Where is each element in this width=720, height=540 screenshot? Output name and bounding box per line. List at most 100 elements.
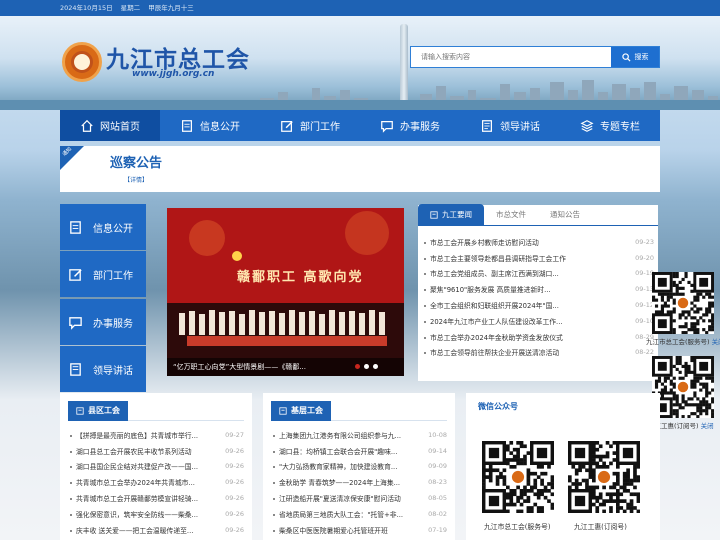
tab-main-news[interactable]: 九工要闻 (418, 204, 484, 225)
news-title[interactable]: 市总工会党组成员、副主席江西满到湖口... (422, 268, 629, 278)
news-date: 08-05 (428, 494, 447, 503)
sidebar-item-speech[interactable]: 领导讲话 (60, 346, 146, 392)
list-item[interactable]: 市总工会举办2024年金秋助学资金发放仪式 08-29 (422, 329, 654, 345)
panel-title[interactable]: 基层工会 (271, 401, 331, 421)
news-title[interactable]: 省地质局第三地质大队工会："托管+非... (271, 509, 422, 519)
tab-city-files[interactable]: 市总文件 (484, 204, 538, 225)
nav-item-info[interactable]: 信息公开 (160, 110, 260, 141)
list-item[interactable]: 【拼搏是最亮丽的底色】共青城市举行... 09-27 (68, 427, 244, 443)
slider-dot[interactable] (364, 364, 369, 369)
list-item[interactable]: 湖口县总工会开展农民丰收节系列活动 09-26 (68, 443, 244, 459)
file-icon (482, 119, 492, 132)
list-item[interactable]: 省地质局第三地质大队工会："托管+非... 08-02 (271, 506, 447, 522)
news-title[interactable]: 湖口县总工会开展农民丰收节系列活动 (68, 446, 219, 456)
news-date: 09-26 (225, 462, 244, 471)
panel-title[interactable]: 县区工会 (68, 401, 128, 421)
news-title[interactable]: 2024年九江市产业工人队伍建设改革工作... (422, 316, 629, 326)
list-item[interactable]: 聚焦"9610"服务发展 高质量推进新时... 09-13 (422, 281, 654, 297)
top-info-bar: 2024年10月15日 星期二 甲辰年九月十三 (0, 0, 720, 16)
home-icon (81, 119, 93, 132)
site-url: www.jjgh.org.cn (132, 69, 215, 79)
tab-notices[interactable]: 通知公告 (538, 204, 592, 225)
nav-label: 部门工作 (300, 122, 340, 133)
news-title[interactable]: 共青城市总工会举办2024年共青城市... (68, 477, 219, 487)
news-date: 10-08 (428, 430, 447, 439)
list-item[interactable]: 上海集团九江港务有限公司组织参与九... 10-08 (271, 427, 447, 443)
nav-item-speech[interactable]: 领导讲话 (460, 110, 560, 141)
nav-item-service[interactable]: 办事服务 (360, 110, 460, 141)
search-box: 搜索 (410, 46, 660, 68)
wechat-panel: 微信公众号 九江市总工会(服务号) 九江工惠(订阅号) (466, 393, 660, 540)
news-title[interactable]: 庆丰收 送关爱——把工会温暖传递至... (68, 525, 219, 535)
news-title[interactable]: 金秋助学 青春筑梦——2024年上海集... (271, 477, 422, 487)
list-item[interactable]: 湖口县国企民企结对共建促产改——国... 09-26 (68, 459, 244, 475)
news-title[interactable]: 【拼搏是最亮丽的底色】共青城市举行... (68, 430, 219, 440)
search-icon (621, 52, 631, 62)
list-item[interactable]: 全市工会组织和妇联组织开展2024年"国... 09-12 (422, 297, 654, 313)
news-date: 09-26 (225, 494, 244, 503)
union-logo[interactable] (62, 42, 102, 82)
book-icon (430, 210, 438, 219)
news-title[interactable]: 湖口县国企民企结对共建促产改——国... (68, 461, 219, 471)
news-slider-image[interactable]: 赣鄱职工 高歌向党 (167, 208, 404, 376)
list-item[interactable]: 共青城市总工会开展赣鄱劳模宣讲轻骑... 09-26 (68, 490, 244, 506)
list-item[interactable]: 强化保密意识，筑牢安全防线——柴桑... 09-26 (68, 506, 244, 522)
list-item[interactable]: 江研造船开展"夏送清凉保安康"慰问活动 08-05 (271, 490, 447, 506)
news-title[interactable]: 全市工会组织和妇联组织开展2024年"国... (422, 300, 629, 310)
sidebar-item-department[interactable]: 部门工作 (60, 251, 146, 297)
nav-item-department[interactable]: 部门工作 (260, 110, 360, 141)
news-title[interactable]: "大力弘扬教育家精神，加快建设教育... (271, 461, 422, 471)
nav-item-special[interactable]: 专题专栏 (560, 110, 660, 141)
news-date: 09-26 (225, 509, 244, 518)
list-item[interactable]: "大力弘扬教育家精神，加快建设教育... 09-09 (271, 459, 447, 475)
notice-title[interactable]: 巡察公告 (110, 152, 162, 171)
news-title[interactable]: 湖口县：均桥镇工会联合会开展"趣味... (271, 446, 422, 456)
news-date: 09-26 (225, 525, 244, 534)
landmark-tower (400, 24, 408, 110)
notice-detail-link[interactable]: 【详情】 (124, 175, 148, 184)
news-title[interactable]: 聚焦"9610"服务发展 高质量推进新时... (422, 284, 629, 294)
nav-label: 信息公开 (200, 122, 240, 133)
list-item[interactable]: 市总工会开展乡村教师走访慰问活动 09-23 (422, 234, 654, 250)
news-title[interactable]: 共青城市总工会开展赣鄱劳模宣讲轻骑... (68, 493, 219, 503)
list-item[interactable]: 湖口县：均桥镇工会联合会开展"趣味... 09-14 (271, 443, 447, 459)
notice-banner[interactable]: 通知 巡察公告 【详情】 (60, 146, 660, 192)
wechat-title: 微信公众号 (478, 402, 518, 411)
news-title[interactable]: 市总工会举办2024年金秋助学资金发放仪式 (422, 332, 629, 342)
document-icon (182, 119, 192, 132)
news-title[interactable]: 市总工会开展乡村教师走访慰问活动 (422, 237, 629, 247)
current-date: 2024年10月15日 (60, 4, 113, 12)
news-date: 09-27 (225, 430, 244, 439)
news-title[interactable]: 强化保密意识，筑牢安全防线——柴桑... (68, 509, 219, 519)
sidebar-label: 信息公开 (93, 223, 133, 235)
search-input[interactable] (411, 47, 611, 67)
list-item[interactable]: 金秋助学 青春筑梦——2024年上海集... 08-23 (271, 474, 447, 490)
news-title[interactable]: 市总工会主要领导赴都昌县调研指导工会工作 (422, 253, 629, 263)
search-button[interactable]: 搜索 (611, 47, 659, 67)
news-title[interactable]: 市总工会领导前往帮扶企业开展送清凉活动 (422, 347, 629, 357)
nav-item-home[interactable]: 网站首页 (60, 110, 160, 141)
lunar-date: 甲辰年九月十三 (148, 4, 194, 12)
qr-close-link[interactable]: 关闭 (701, 422, 714, 430)
news-title[interactable]: 江研造船开展"夏送清凉保安康"慰问活动 (271, 493, 422, 503)
panel-header: 县区工会 (68, 399, 244, 421)
news-title[interactable]: 上海集团九江港务有限公司组织参与九... (271, 430, 422, 440)
slider-dot-active[interactable] (355, 364, 360, 369)
news-title[interactable]: 柴桑区中医医院暑期爱心托管班开班 (271, 525, 422, 535)
news-date: 09-19 (635, 269, 654, 278)
news-date: 09-26 (225, 478, 244, 487)
list-item[interactable]: 市总工会主要领导赴都昌县调研指导工会工作 09-20 (422, 250, 654, 266)
list-item[interactable]: 共青城市总工会举办2024年共青城市... 09-26 (68, 474, 244, 490)
floating-qr-subscribe: 九江工惠(订阅号) 关闭 (648, 356, 715, 430)
slider-dot[interactable] (373, 364, 378, 369)
qr-close-link[interactable]: 关闭 (712, 338, 720, 346)
list-item[interactable]: 市总工会领导前往帮扶企业开展送清凉活动 08-22 (422, 345, 654, 361)
sidebar-item-service[interactable]: 办事服务 (60, 299, 146, 345)
list-item[interactable]: 柴桑区中医医院暑期爱心托管班开班 07-19 (271, 522, 447, 538)
list-item[interactable]: 庆丰收 送关爱——把工会温暖传递至... 09-26 (68, 522, 244, 538)
sidebar-item-info[interactable]: 信息公开 (60, 204, 146, 250)
stage-photo (167, 208, 404, 376)
list-item[interactable]: 市总工会党组成员、副主席江西满到湖口... 09-19 (422, 266, 654, 282)
list-item[interactable]: 2024年九江市产业工人队伍建设改革工作... 09-10 (422, 313, 654, 329)
edit-icon (69, 268, 82, 281)
